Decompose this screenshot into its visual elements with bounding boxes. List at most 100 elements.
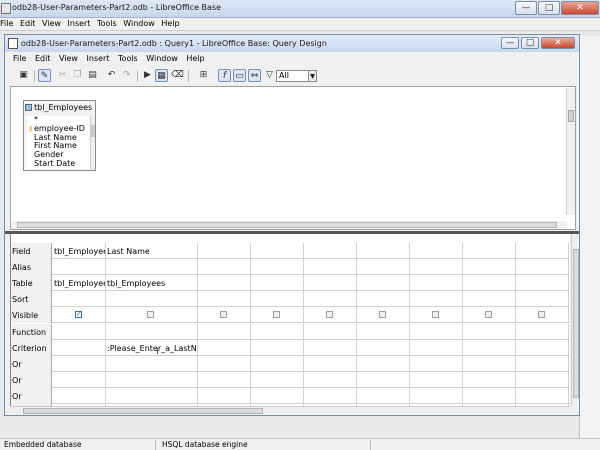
function-cell[interactable]: [198, 324, 251, 340]
or-cell[interactable]: [198, 372, 251, 388]
table-cell[interactable]: [198, 275, 251, 291]
inner-maximize-button[interactable]: □: [521, 37, 539, 49]
visible-checkbox[interactable]: [379, 311, 386, 318]
outer-menu-edit[interactable]: Edit: [18, 18, 38, 28]
criterion-cell[interactable]: :Please_Enter_a_LastName: [106, 340, 198, 356]
redo-icon[interactable]: ↷: [120, 69, 133, 82]
or-cell[interactable]: [53, 372, 106, 388]
alias-cell[interactable]: [53, 259, 106, 275]
visible-cell[interactable]: [106, 307, 198, 323]
function-cell[interactable]: [106, 324, 198, 340]
table-cell[interactable]: [251, 275, 304, 291]
design-view-icon[interactable]: ▦: [155, 69, 168, 82]
save-icon[interactable]: ▣: [17, 69, 30, 82]
visible-cell[interactable]: ✓: [53, 307, 106, 323]
function-cell[interactable]: [516, 324, 569, 340]
table-cell[interactable]: [569, 275, 570, 291]
run-query-icon[interactable]: ▶: [141, 69, 154, 82]
field-cell[interactable]: [410, 243, 463, 259]
or-cell[interactable]: [357, 356, 410, 372]
scrollbar-thumb[interactable]: [568, 110, 574, 122]
undo-icon[interactable]: ↶: [105, 69, 118, 82]
alias-cell[interactable]: [463, 259, 516, 275]
or-cell[interactable]: [198, 388, 251, 404]
clear-query-icon[interactable]: ⌫: [171, 69, 184, 82]
field-cell[interactable]: [304, 243, 357, 259]
outer-menu-file[interactable]: File: [0, 18, 15, 28]
menu-tools[interactable]: Tools: [115, 54, 141, 63]
menu-help[interactable]: Help: [183, 54, 207, 63]
or-cell[interactable]: [410, 356, 463, 372]
or-cell[interactable]: [516, 388, 569, 404]
chevron-down-icon[interactable]: ▼: [308, 70, 317, 82]
alias-cell[interactable]: [357, 259, 410, 275]
alias-cell[interactable]: [410, 259, 463, 275]
field-cell[interactable]: [198, 243, 251, 259]
sort-cell[interactable]: [53, 291, 106, 307]
outer-maximize-button[interactable]: □: [538, 1, 560, 15]
menu-file[interactable]: File: [5, 54, 29, 63]
or-cell[interactable]: [516, 372, 569, 388]
or-cell[interactable]: [251, 372, 304, 388]
or-cell[interactable]: [251, 356, 304, 372]
outer-menu-help[interactable]: Help: [159, 18, 181, 28]
or-cell[interactable]: [106, 372, 198, 388]
alias-cell[interactable]: [198, 259, 251, 275]
criterion-cell[interactable]: [410, 340, 463, 356]
visible-cell[interactable]: [516, 307, 569, 323]
menu-insert[interactable]: Insert: [84, 54, 113, 63]
scrollbar-thumb[interactable]: [17, 222, 557, 228]
criterion-cell[interactable]: [304, 340, 357, 356]
criterion-cell[interactable]: [53, 340, 106, 356]
cut-icon[interactable]: ✂: [56, 69, 69, 82]
inner-minimize-button[interactable]: —: [501, 37, 519, 49]
field-cell[interactable]: tbl_Employees.*: [53, 243, 106, 259]
sort-cell[interactable]: [463, 291, 516, 307]
visible-checkbox[interactable]: [326, 311, 333, 318]
or-cell[interactable]: [304, 388, 357, 404]
visible-cell[interactable]: [463, 307, 516, 323]
visible-checkbox[interactable]: ✓: [75, 311, 82, 318]
add-table-icon[interactable]: ⊞: [197, 69, 210, 82]
paste-icon[interactable]: ▤: [86, 69, 99, 82]
or-cell[interactable]: [106, 356, 198, 372]
criterion-cell[interactable]: [357, 340, 410, 356]
sort-cell[interactable]: [304, 291, 357, 307]
or-cell[interactable]: [198, 356, 251, 372]
function-cell[interactable]: [463, 324, 516, 340]
or-cell[interactable]: [463, 388, 516, 404]
sort-cell[interactable]: [569, 291, 570, 307]
visible-checkbox[interactable]: [538, 311, 545, 318]
visible-cell[interactable]: [251, 307, 304, 323]
table-window-tbl-employees[interactable]: tbl_Employees * ⚷ employee-ID Last Name F…: [23, 100, 96, 171]
menu-edit[interactable]: Edit: [32, 54, 54, 63]
visible-checkbox[interactable]: [485, 311, 492, 318]
table-window-caption[interactable]: tbl_Employees: [24, 101, 95, 114]
sort-cell[interactable]: [410, 291, 463, 307]
alias-cell[interactable]: [304, 259, 357, 275]
field-cell[interactable]: [516, 243, 569, 259]
sort-cell[interactable]: [198, 291, 251, 307]
field-cell[interactable]: [463, 243, 516, 259]
or-cell[interactable]: [569, 372, 570, 388]
table-pane-vertical-scrollbar[interactable]: [566, 88, 575, 215]
or-cell[interactable]: [357, 388, 410, 404]
table-cell[interactable]: tbl_Employees: [53, 275, 106, 291]
or-cell[interactable]: [569, 388, 570, 404]
criterion-cell[interactable]: [569, 340, 570, 356]
visible-cell[interactable]: [198, 307, 251, 323]
copy-icon[interactable]: ❐: [71, 69, 84, 82]
criterion-cell[interactable]: [516, 340, 569, 356]
or-cell[interactable]: [106, 388, 198, 404]
outer-menu-insert[interactable]: Insert: [66, 18, 93, 28]
distinct-values-icon[interactable]: ▽: [263, 69, 276, 82]
criterion-cell[interactable]: [251, 340, 304, 356]
alias-icon[interactable]: ⇔: [248, 69, 261, 82]
outer-minimize-button[interactable]: —: [515, 1, 537, 15]
or-cell[interactable]: [304, 356, 357, 372]
function-cell[interactable]: [251, 324, 304, 340]
or-cell[interactable]: [410, 388, 463, 404]
table-name-icon[interactable]: ▭: [233, 69, 246, 82]
scrollbar-thumb[interactable]: [23, 408, 263, 414]
criterion-cell[interactable]: [463, 340, 516, 356]
